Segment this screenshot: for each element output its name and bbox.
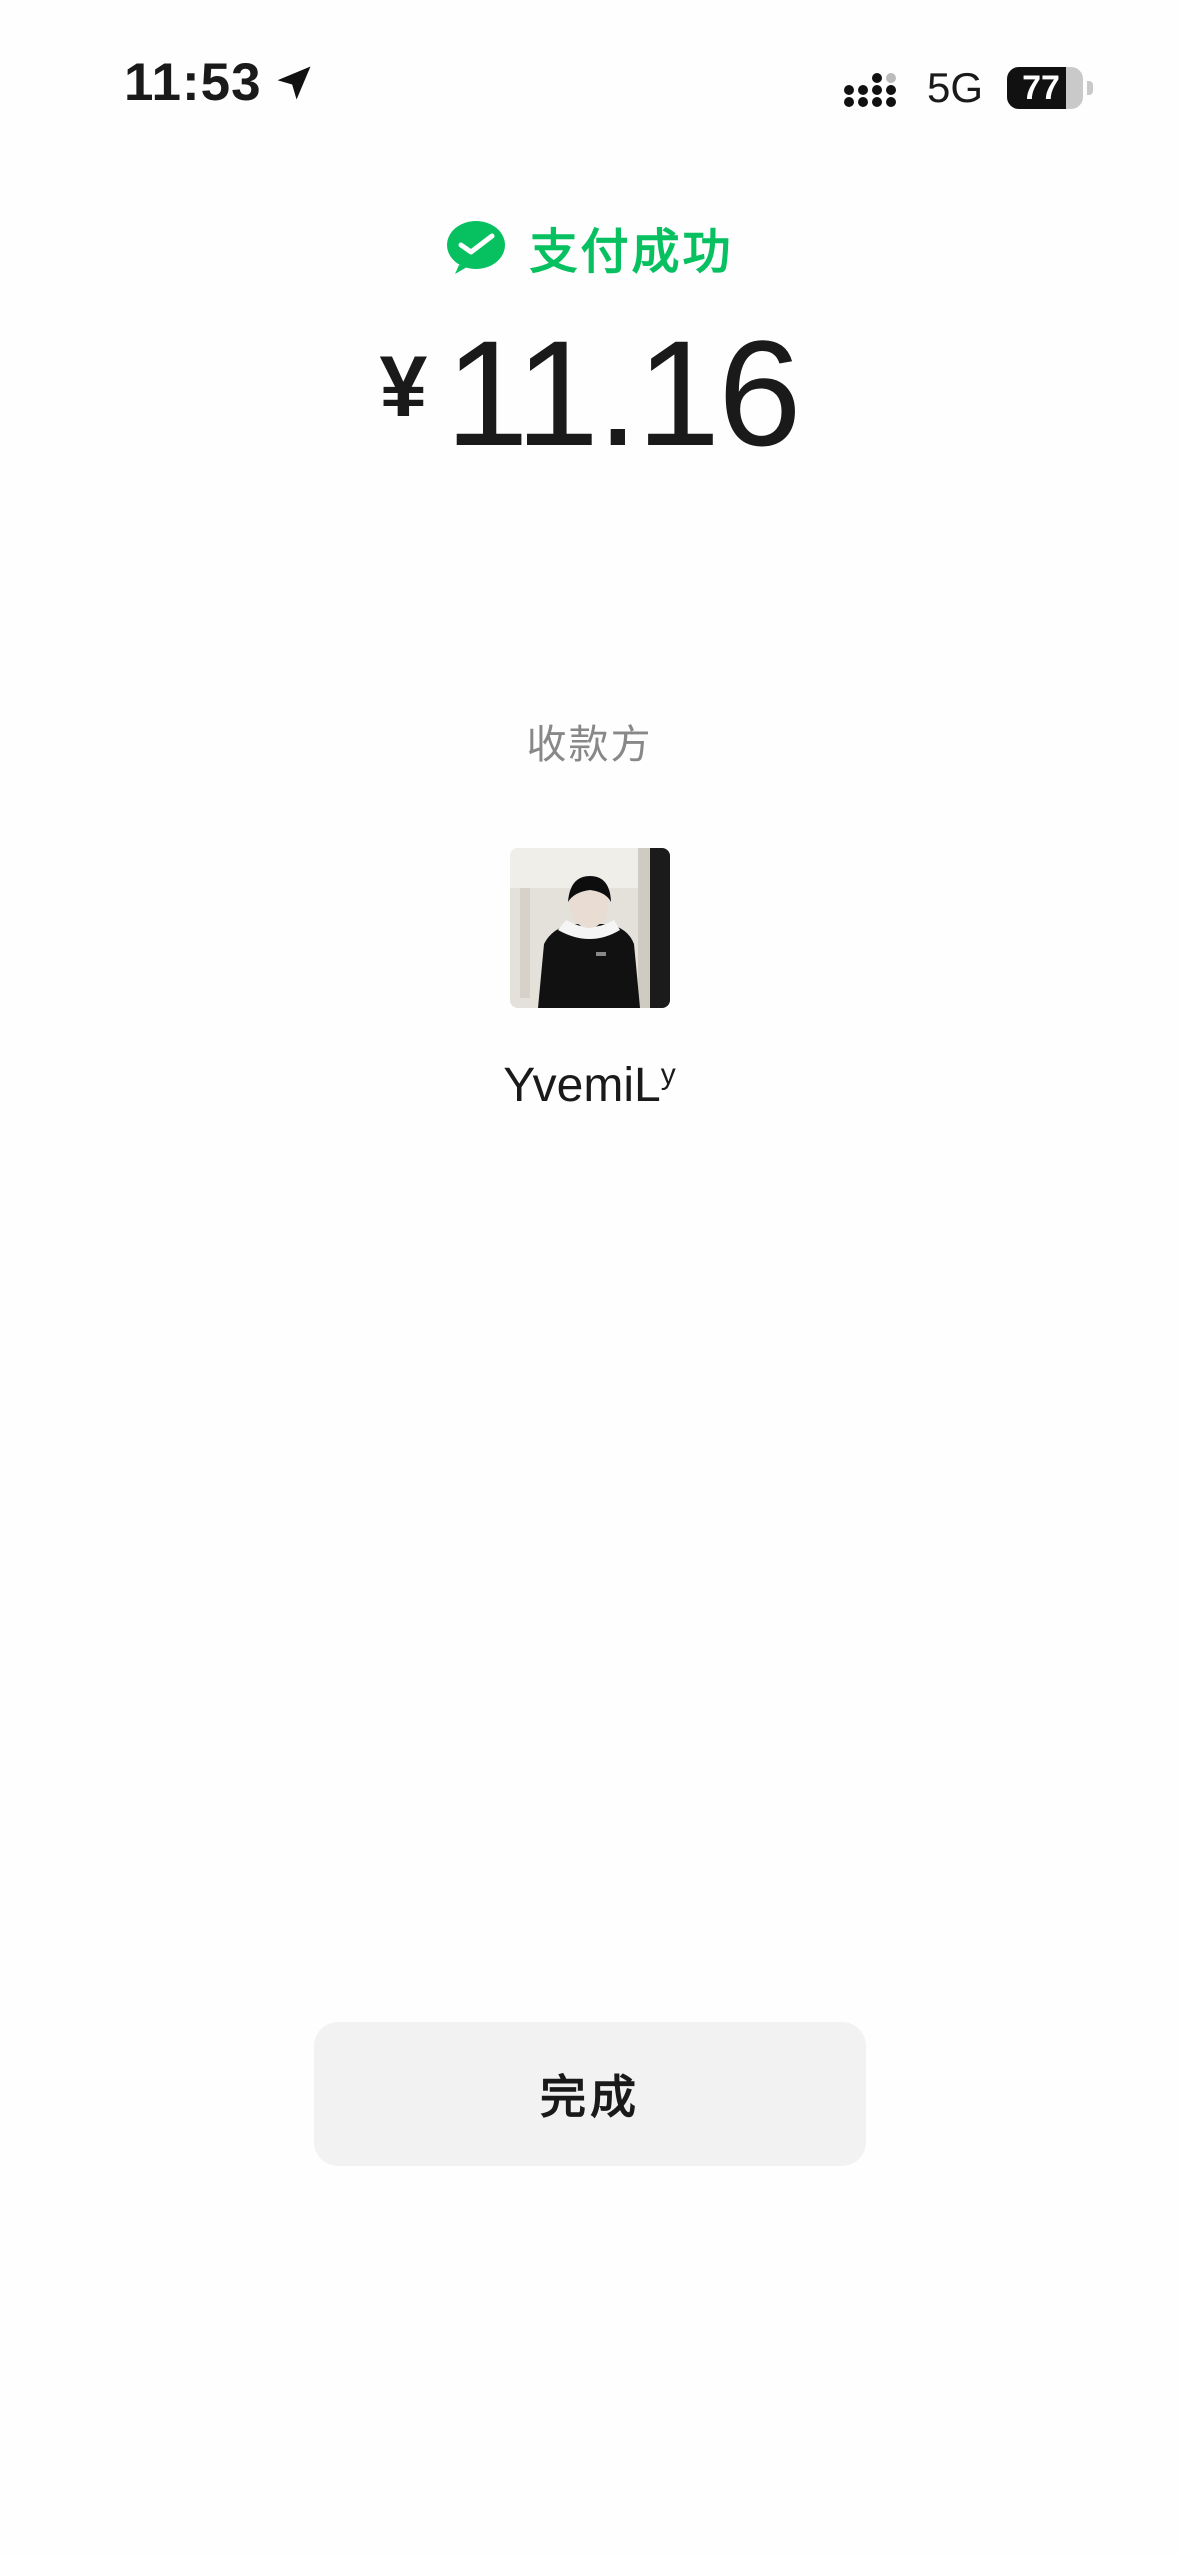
- payee-name: YvemiLy: [0, 1058, 1179, 1113]
- signal-bars-icon: [843, 73, 896, 107]
- wechat-pay-check-icon: [447, 221, 506, 274]
- currency-symbol: ¥: [379, 339, 428, 435]
- battery-body: 77: [1007, 67, 1083, 109]
- status-time-text: 11:53: [124, 53, 262, 112]
- status-time: 11:53: [124, 52, 316, 113]
- payment-amount: ¥ 11.16: [0, 318, 1179, 468]
- avatar-image: [510, 848, 670, 1008]
- payee-avatar: [510, 848, 670, 1008]
- payment-status: 支付成功: [0, 212, 1179, 282]
- amount-value: 11.16: [445, 309, 801, 477]
- payee-name-text: YvemiL: [503, 1059, 661, 1112]
- payee-name-superscript: y: [660, 1058, 676, 1091]
- payee-label: 收款方: [526, 722, 653, 768]
- location-arrow-icon: [277, 66, 311, 99]
- battery-cap: [1087, 81, 1093, 95]
- payment-success-screen: 11:53 5G 77 支付成功 ¥ 11.16 收款方 YvemiLy 完成: [0, 0, 1179, 2556]
- done-button[interactable]: 完成: [314, 2022, 866, 2166]
- battery-icon: 77: [1007, 67, 1093, 109]
- network-type: 5G: [926, 64, 983, 111]
- battery-percent: 77: [1022, 68, 1060, 107]
- status-bar: 11:53 5G 77: [0, 0, 1179, 170]
- payment-status-text: 支付成功: [529, 224, 734, 280]
- status-indicators: 5G 77: [843, 64, 1093, 112]
